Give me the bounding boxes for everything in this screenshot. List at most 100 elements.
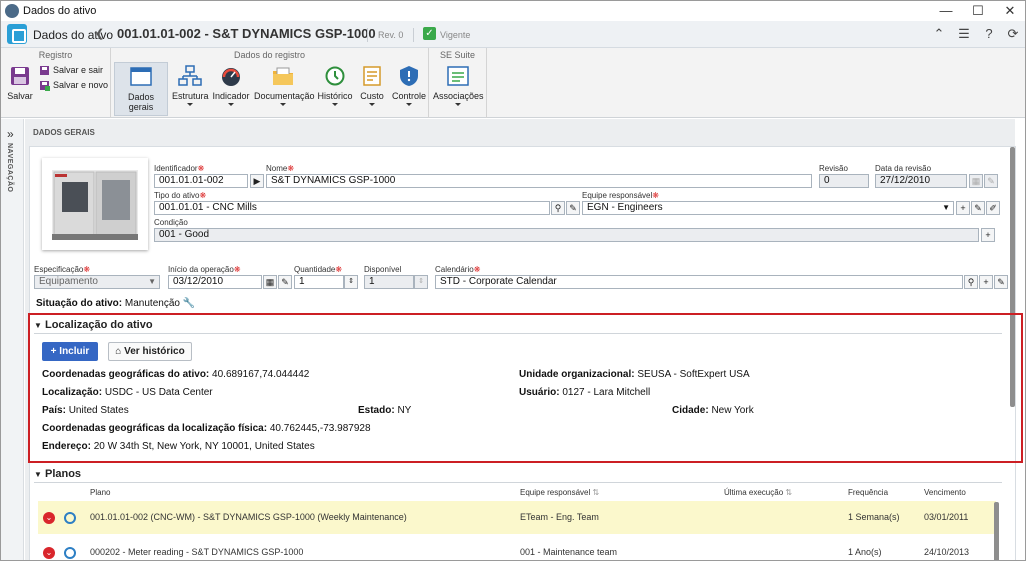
clear-icon[interactable]: ✎ <box>566 201 580 215</box>
save-new-button[interactable]: Salvar e novo <box>39 80 108 92</box>
check-icon: ✓ <box>423 27 436 40</box>
arrow-right-icon[interactable]: ▶ <box>250 174 264 188</box>
calendar-icon[interactable]: ▦ <box>263 275 277 289</box>
collapse-row-icon[interactable]: ⌄ <box>43 512 55 524</box>
refresh-icon[interactable]: ⟳ <box>1005 26 1021 42</box>
edit-icon[interactable]: ✎ <box>971 201 985 215</box>
historico-button[interactable]: Histórico <box>316 62 354 116</box>
controle-button[interactable]: Controle <box>391 62 427 116</box>
collapse-row-icon[interactable]: ⌄ <box>43 547 55 559</box>
form-icon <box>130 67 152 86</box>
ribbon-group-registro: Registro Salvar Salvar e sair Salvar e n… <box>1 48 111 118</box>
sort-icon: ⇅ <box>592 488 600 497</box>
dados-gerais-button[interactable]: Dados gerais <box>114 62 168 116</box>
disponivel-field: 1 <box>364 275 414 289</box>
col-equipe[interactable]: Equipe responsável ⇅ <box>520 488 599 497</box>
documentacao-button[interactable]: Documentação <box>254 62 315 116</box>
plano-cell: 000202 - Meter reading - S&T DYNAMICS GS… <box>90 547 304 557</box>
maximize-button[interactable]: ☐ <box>963 1 993 21</box>
cycle-icon <box>64 547 76 559</box>
add-icon[interactable]: + <box>956 201 970 215</box>
machine-image <box>52 170 138 240</box>
wrench-icon: 🔧 <box>182 298 196 309</box>
minimize-button[interactable]: — <box>931 1 961 21</box>
identificador-field[interactable]: 001.01.01-002 <box>154 174 248 188</box>
indicador-button[interactable]: Indicador <box>212 62 250 116</box>
col-ultima[interactable]: Última execução ⇅ <box>724 488 792 497</box>
frequencia-cell: 1 Ano(s) <box>848 547 882 557</box>
planos-section-header[interactable]: ▼ Planos <box>34 468 81 480</box>
inicio-field[interactable]: 03/12/2010 <box>168 275 262 289</box>
vencimento-cell: 24/10/2013 <box>924 547 970 557</box>
identificador-label: Identificador❋ <box>154 164 205 173</box>
nome-field[interactable]: S&T DYNAMICS GSP-1000 <box>266 174 812 188</box>
clear-icon[interactable]: ✎ <box>278 275 292 289</box>
navigation-sidebar[interactable]: » NAVEGAÇÃO <box>1 119 24 560</box>
table-row[interactable]: ⌄ 001.01.01-002 (CNC-WM) - S&T DYNAMICS … <box>38 501 996 534</box>
quantidade-field[interactable]: 1 <box>294 275 344 289</box>
add-icon[interactable]: + <box>979 275 993 289</box>
associacoes-label: Associações <box>433 91 484 101</box>
ribbon-group-title: Registro <box>38 50 73 60</box>
divider <box>34 482 1002 483</box>
equipe-select[interactable]: EGN - Engineers ▼ <box>582 201 954 215</box>
condicao-label: Condição <box>154 218 188 227</box>
custo-button[interactable]: Custo <box>357 62 387 116</box>
col-plano[interactable]: Plano <box>90 488 110 497</box>
add-icon[interactable]: + <box>981 228 995 242</box>
chevron-down-icon: ▼ <box>942 203 950 212</box>
ribbon-group-se-suite: SE Suite Associações <box>429 48 487 118</box>
collapse-icon[interactable]: ⌃ <box>931 26 947 42</box>
nome-label: Nome❋ <box>266 164 295 173</box>
save-exit-button[interactable]: Salvar e sair <box>39 65 103 76</box>
col-vencimento[interactable]: Vencimento <box>924 488 966 497</box>
list-icon[interactable]: ☰ <box>956 26 972 42</box>
caret-down-icon <box>332 103 338 106</box>
expand-nav-icon[interactable]: » <box>7 127 14 141</box>
clear-icon[interactable]: ✐ <box>986 201 1000 215</box>
estrutura-label: Estrutura <box>172 91 209 101</box>
associations-icon <box>447 66 469 86</box>
search-icon[interactable]: ⚲ <box>964 275 978 289</box>
save-new-icon <box>40 81 50 92</box>
floppy-icon <box>11 67 29 85</box>
revisao-label: Revisão <box>819 164 848 173</box>
close-button[interactable]: ✕ <box>995 1 1025 21</box>
app-logo-icon <box>5 4 19 18</box>
especificacao-select: Equipamento ▼ <box>34 275 160 289</box>
calendar-icon: ▦ <box>969 174 983 188</box>
equipe-label: Equipe responsável❋ <box>582 191 659 200</box>
gauge-icon <box>222 68 240 86</box>
data-revisao-field: 27/12/2010 <box>875 174 967 188</box>
condicao-field: 001 - Good <box>154 228 979 242</box>
dados-gerais-label: Dados gerais <box>127 92 154 112</box>
stepper-icon[interactable]: ⇕ <box>344 275 358 289</box>
save-exit-label: Salvar e sair <box>53 65 104 75</box>
divider <box>413 28 414 42</box>
tipo-field[interactable]: 001.01.01 - CNC Mills <box>154 201 550 215</box>
shield-icon <box>400 66 418 86</box>
caret-down-icon <box>280 103 286 106</box>
title-bar: Dados do ativo — ☐ ✕ <box>1 1 1025 21</box>
ribbon-group-title: SE Suite <box>439 50 476 60</box>
calendario-field[interactable]: STD - Corporate Calendar <box>435 275 963 289</box>
estrutura-button[interactable]: Estrutura <box>172 62 209 116</box>
situacao-row: Situação do ativo: Manutenção 🔧 <box>36 298 196 309</box>
table-scrollbar[interactable] <box>994 502 999 560</box>
caret-down-icon <box>406 103 412 106</box>
status-label: Vigente <box>440 30 471 40</box>
structure-icon <box>178 65 202 86</box>
col-frequencia[interactable]: Frequência <box>848 488 888 497</box>
caret-down-icon <box>369 103 375 106</box>
inicio-label: Início da operação❋ <box>168 265 241 274</box>
search-icon[interactable]: ⚲ <box>551 201 565 215</box>
app-window: Dados do ativo — ☐ ✕ Dados do ativo ❮ 00… <box>0 0 1026 561</box>
data-revisao-label: Data da revisão <box>875 164 932 173</box>
save-button[interactable]: Salvar <box>5 62 35 116</box>
equipe-cell: 001 - Maintenance team <box>520 547 618 557</box>
table-row[interactable]: ⌄ 000202 - Meter reading - S&T DYNAMICS … <box>38 536 996 560</box>
stepper-icon: ⇕ <box>414 275 428 289</box>
associacoes-button[interactable]: Associações <box>433 62 484 116</box>
clear-icon[interactable]: ✎ <box>994 275 1008 289</box>
help-icon[interactable]: ? <box>981 26 997 41</box>
